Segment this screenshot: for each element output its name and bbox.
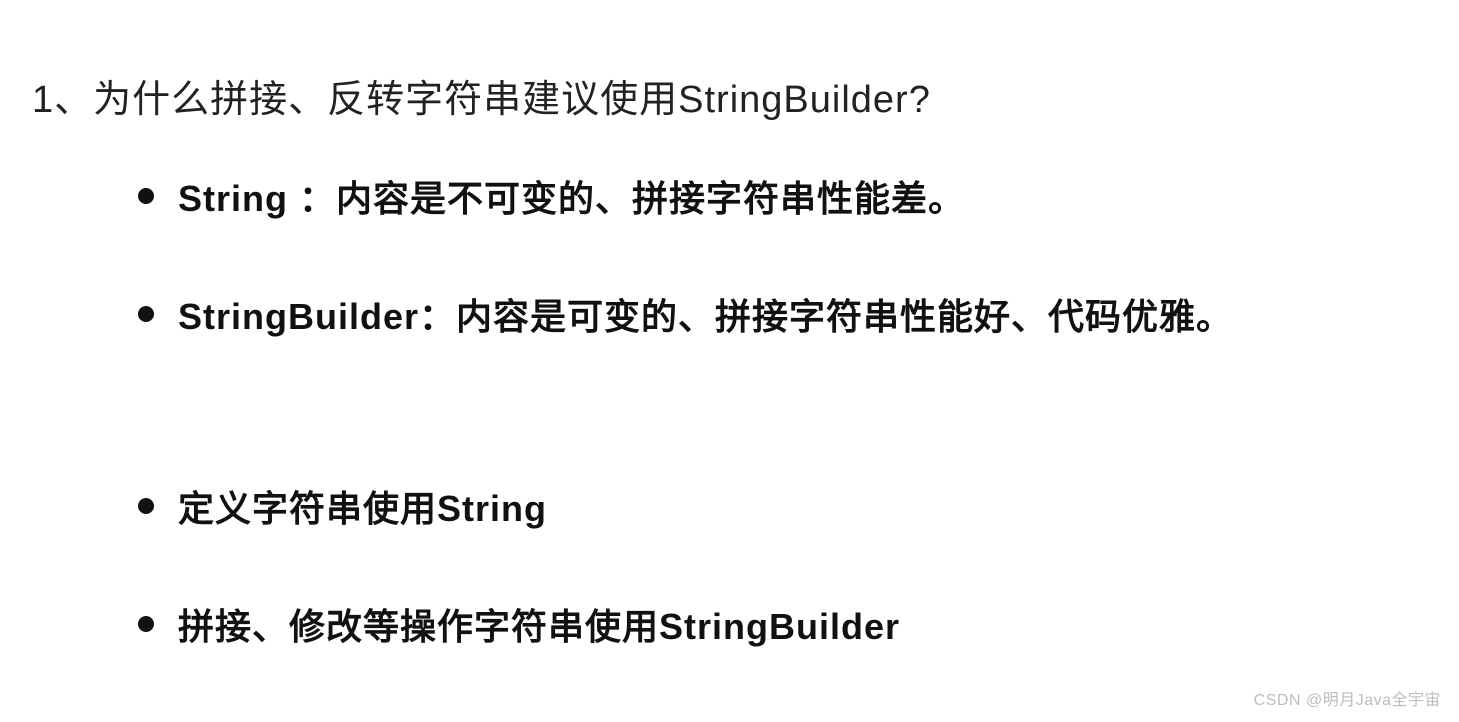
bullet-icon xyxy=(138,616,154,632)
bullet-list-explanation: String ：内容是不可变的、拼接字符串性能差。 StringBuilder：… xyxy=(138,170,1233,406)
list-item: StringBuilder：内容是可变的、拼接字符串性能好、代码优雅。 xyxy=(138,288,1233,340)
list-item: String ：内容是不可变的、拼接字符串性能差。 xyxy=(138,170,1233,222)
bullet-icon xyxy=(138,498,154,514)
bullet-icon xyxy=(138,188,154,204)
bullet-list-recommendation: 定义字符串使用String 拼接、修改等操作字符串使用StringBuilder xyxy=(138,480,900,716)
bullet-icon xyxy=(138,306,154,322)
list-item-text: StringBuilder：内容是可变的、拼接字符串性能好、代码优雅。 xyxy=(178,288,1233,340)
question-heading: 1、为什么拼接、反转字符串建议使用StringBuilder? xyxy=(32,68,931,123)
list-item: 拼接、修改等操作字符串使用StringBuilder xyxy=(138,598,900,650)
list-item-text: 拼接、修改等操作字符串使用StringBuilder xyxy=(178,598,900,650)
list-item-text: 定义字符串使用String xyxy=(178,480,547,532)
watermark-text: CSDN @明月Java全宇宙 xyxy=(1254,686,1441,710)
list-item: 定义字符串使用String xyxy=(138,480,900,532)
list-item-text: String ：内容是不可变的、拼接字符串性能差。 xyxy=(178,170,965,222)
